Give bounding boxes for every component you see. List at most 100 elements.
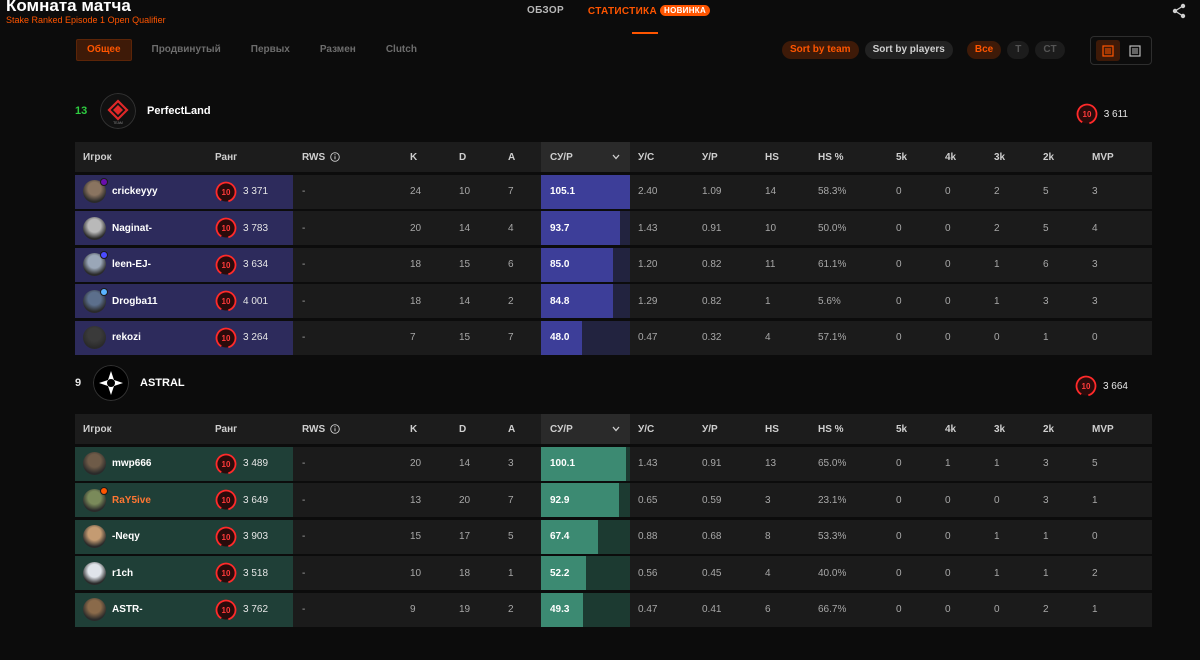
player-row[interactable]: rekozi 10 3 264 48.0-7 15 7 0.47 0.32 4 57.1% 0 0 0 1… [75, 320, 1152, 355]
subtab-advanced[interactable]: Продвинутый [142, 39, 231, 61]
column-header-k3[interactable]: 3k [994, 414, 1005, 444]
stat-a: 7 [508, 186, 514, 197]
stat-k3: 1 [994, 531, 1000, 542]
info-icon[interactable] [330, 424, 340, 434]
svg-text:10: 10 [1082, 110, 1091, 119]
player-nickname[interactable]: rekozi [112, 332, 141, 343]
column-view-button[interactable] [1123, 40, 1147, 61]
team-logo-astral[interactable] [93, 365, 129, 401]
subtab-clutch[interactable]: Clutch [376, 39, 427, 61]
view-toggle [1090, 36, 1152, 65]
column-header-kr[interactable]: СУ/Р [541, 142, 630, 172]
team-table-astral: Игрок Ранг RWS СУ/Р K D A У/С У/Р HS HS % 5k 4k 3k 2k M… [75, 414, 1152, 627]
team-average-elo: 10 3 664 [1075, 375, 1128, 397]
stat-kd: 2.40 [638, 186, 658, 197]
column-header-k3[interactable]: 3k [994, 142, 1005, 172]
player-nickname[interactable]: -Neqy [112, 531, 140, 542]
avatar[interactable] [83, 326, 106, 349]
column-header-hsp[interactable]: HS % [818, 142, 844, 172]
player-row[interactable]: leen-EJ- 10 3 634 85.0-18 15 6 1.20 0.82 11 61.1%… [75, 247, 1152, 282]
player-row[interactable]: -Neqy 10 3 903 67.4-15 17 5 0.88 0.68 8 53.3% 0 0 1 1… [75, 519, 1152, 554]
sort-by-team-button[interactable]: Sort by team [782, 41, 859, 59]
tournament-link[interactable]: Stake Ranked Episode 1 Open Qualifier [6, 15, 166, 25]
player-nickname[interactable]: Drogba11 [112, 296, 158, 307]
column-header-hsp[interactable]: HS % [818, 414, 844, 444]
column-header-k5[interactable]: 5k [896, 142, 907, 172]
stat-k4: 0 [945, 259, 951, 270]
column-header-k4[interactable]: 4k [945, 414, 956, 444]
stat-kd: 1.20 [638, 259, 658, 270]
stat-k: 7 [410, 332, 416, 343]
column-header-k[interactable]: K [410, 142, 417, 172]
column-header-d[interactable]: D [459, 142, 466, 172]
column-header-kpr[interactable]: У/Р [702, 414, 718, 444]
player-row[interactable]: mwp666 10 3 489 100.1-20 14 3 1.43 0.91 13 65.0% 0… [75, 446, 1152, 481]
player-nickname[interactable]: Naginat- [112, 223, 152, 234]
column-header-kpr[interactable]: У/Р [702, 142, 718, 172]
column-header-k5[interactable]: 5k [896, 414, 907, 444]
player-row[interactable]: ASTR- 10 3 762 49.3 - 9 19 2 0.47 0.41 6 66.7% 0 0 0 2 1 [75, 592, 1152, 627]
avatar[interactable] [83, 216, 106, 240]
avatar[interactable] [83, 486, 108, 512]
column-header-k[interactable]: K [410, 414, 417, 444]
column-header-kr[interactable]: СУ/Р [541, 414, 630, 444]
stat-k3: 0 [994, 604, 1000, 615]
column-header-kd[interactable]: У/С [638, 414, 654, 444]
side-filter-t[interactable]: T [1007, 41, 1030, 59]
column-header-hs[interactable]: HS [765, 142, 779, 172]
side-filter-all[interactable]: Все [966, 41, 1002, 59]
player-nickname[interactable]: mwp666 [112, 458, 151, 469]
subtab-trade[interactable]: Размен [310, 39, 366, 61]
stat-d: 15 [459, 259, 471, 270]
tab-overview[interactable]: ОБЗОР [527, 5, 564, 17]
stat-kpr: 1.09 [702, 186, 722, 197]
stat-k3: 0 [994, 332, 1000, 343]
level-icon: 10 [215, 453, 237, 474]
svg-text:10: 10 [222, 460, 231, 469]
subtab-general[interactable]: Общее [76, 39, 132, 61]
player-nickname[interactable]: crickeyyy [112, 186, 158, 197]
stat-k2: 3 [1043, 494, 1049, 506]
player-row[interactable]: RaY5ive 10 3 649 92.9-13 20 7 0.65 0.59 3 23.1% 0 0… [75, 483, 1152, 517]
player-nickname[interactable]: r1ch [112, 568, 133, 579]
list-view-button[interactable] [1095, 40, 1120, 61]
column-header-rws[interactable]: RWS [302, 414, 340, 444]
column-header-kd[interactable]: У/С [638, 142, 654, 172]
tab-stats[interactable]: СТАТИСТИКА НОВИНКА [588, 5, 711, 34]
avatar[interactable] [83, 452, 106, 475]
player-row[interactable]: crickeyyy 10 3 371 105.1 - 24 10 7 2.40 1.09 14 58.… [75, 174, 1152, 209]
team-logo-perfectland[interactable]: TEAM [100, 93, 136, 129]
column-header-mvp[interactable]: MVP [1092, 142, 1114, 172]
column-header-a[interactable]: A [508, 414, 515, 444]
avatar[interactable] [83, 598, 106, 621]
stat-mvp: 2 [1092, 567, 1098, 579]
avatar[interactable] [83, 287, 108, 313]
column-header-d[interactable]: D [459, 414, 466, 444]
avatar[interactable] [83, 525, 106, 548]
subtab-first[interactable]: Первых [241, 39, 300, 61]
avatar[interactable] [83, 178, 108, 203]
column-header-k2[interactable]: 2k [1043, 414, 1054, 444]
player-nickname[interactable]: ASTR- [112, 604, 143, 615]
share-icon[interactable] [1171, 3, 1187, 19]
column-header-k2[interactable]: 2k [1043, 142, 1054, 172]
player-nickname[interactable]: leen-EJ- [112, 259, 151, 270]
player-row[interactable]: Naginat- 10 3 783 93.7-20 14 4 1.43 0.91 10 50.0%… [75, 211, 1152, 245]
column-header-a[interactable]: A [508, 142, 515, 172]
stat-rws: - [302, 332, 306, 343]
column-header-hs[interactable]: HS [765, 414, 779, 444]
team-name[interactable]: PerfectLand [147, 105, 211, 117]
player-row[interactable]: r1ch 10 3 518 52.2 - 10 18 1 0.56 0.45 4 40.0% 0 0 1 1 2 [75, 556, 1152, 590]
player-nickname[interactable]: RaY5ive [112, 495, 151, 506]
sort-by-players-button[interactable]: Sort by players [864, 41, 953, 59]
avatar[interactable] [83, 561, 106, 585]
column-header-mvp[interactable]: MVP [1092, 414, 1114, 444]
info-icon[interactable] [330, 152, 340, 162]
column-header-rws[interactable]: RWS [302, 142, 340, 172]
stat-kd: 1.29 [638, 295, 658, 307]
side-filter-ct[interactable]: CT [1035, 41, 1065, 59]
avatar[interactable] [83, 251, 108, 276]
column-header-k4[interactable]: 4k [945, 142, 956, 172]
team-name[interactable]: ASTRAL [140, 377, 185, 389]
player-row[interactable]: Drogba11 10 4 001 84.8 - 18 14 2 1.29 0.82 1 5.6% 0 0… [75, 284, 1152, 318]
